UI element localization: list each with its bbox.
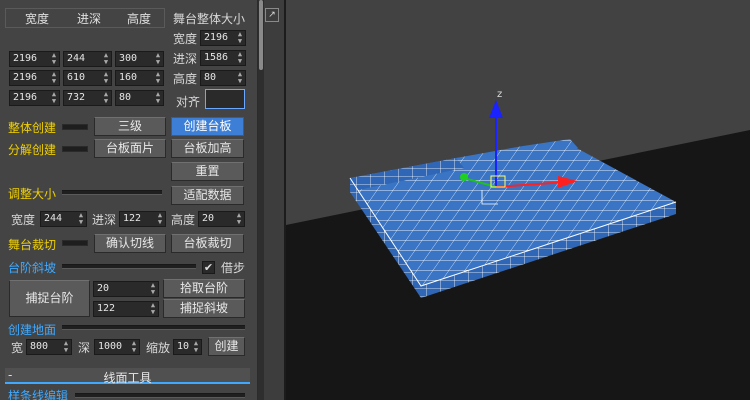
adj-depth-spinner[interactable]: 122 ▲ ▼ xyxy=(119,211,166,227)
spinner-arrows-icon[interactable]: ▲ ▼ xyxy=(130,340,138,354)
spinner-arrows-icon[interactable]: ▲ ▼ xyxy=(50,71,58,85)
spinner-arrows-icon[interactable]: ▲ ▼ xyxy=(236,31,244,45)
rollout-title: 线面工具 xyxy=(103,371,152,385)
ground-create-button[interactable]: 创建 xyxy=(208,337,245,356)
board-cut-button[interactable]: 台板裁切 xyxy=(171,234,244,253)
ground-width-label: 宽 xyxy=(11,341,24,355)
create-ground-label: 创建地面 xyxy=(8,323,57,337)
whole-create-label: 整体创建 xyxy=(8,121,57,135)
step-slope-label: 台阶斜坡 xyxy=(8,261,57,275)
fit-data-button[interactable]: 适配数据 xyxy=(171,186,244,205)
spinner-arrows-icon[interactable]: ▲ ▼ xyxy=(50,91,58,105)
step-value-2-spinner[interactable]: 122 ▲ ▼ xyxy=(93,301,159,317)
row2-depth-spinner[interactable]: 610 ▲ ▼ xyxy=(63,70,112,86)
gizmo-y-handle-icon[interactable] xyxy=(460,173,468,181)
ground-scale-label: 缩放 xyxy=(146,341,171,355)
stage-height-label: 高度 xyxy=(173,72,198,86)
spinner-arrows-icon[interactable]: ▲ ▼ xyxy=(235,212,243,226)
header-width: 宽度 xyxy=(24,12,49,26)
align-input[interactable] xyxy=(205,89,245,109)
spinner-arrows-icon[interactable]: ▲ ▼ xyxy=(236,51,244,65)
spinner-arrows-icon[interactable]: ▲ ▼ xyxy=(156,212,164,226)
step-value-1-spinner[interactable]: 20 ▲ ▼ xyxy=(93,281,159,297)
row3-height-spinner[interactable]: 80 ▲ ▼ xyxy=(115,90,164,106)
capture-step-button[interactable]: 捕捉台阶 xyxy=(9,280,90,317)
row1-width-spinner[interactable]: 2196 ▲ ▼ xyxy=(9,51,60,67)
capture-slope-button[interactable]: 捕捉斜坡 xyxy=(163,299,245,318)
reset-button[interactable]: 重置 xyxy=(171,162,244,181)
spinner-arrows-icon[interactable]: ▲ ▼ xyxy=(50,52,58,66)
spinner-arrows-icon[interactable]: ▲ ▼ xyxy=(102,91,110,105)
split-create-label: 分解创建 xyxy=(8,143,57,157)
ground-width-spinner[interactable]: 800 ▲ ▼ xyxy=(26,339,72,355)
spinner-arrows-icon[interactable]: ▲ ▼ xyxy=(154,71,162,85)
align-label: 对齐 xyxy=(176,95,201,109)
stage-cut-label: 舞台裁切 xyxy=(8,238,57,252)
row1-height-spinner[interactable]: 300 ▲ ▼ xyxy=(115,51,164,67)
spinner-arrows-icon[interactable]: ▲ ▼ xyxy=(236,71,244,85)
row1-depth-spinner[interactable]: 244 ▲ ▼ xyxy=(63,51,112,67)
adj-height-label: 高度 xyxy=(171,213,196,227)
row2-width-spinner[interactable]: 2196 ▲ ▼ xyxy=(9,70,60,86)
spinner-arrows-icon[interactable]: ▲ ▼ xyxy=(149,282,157,296)
spinner-arrows-icon[interactable]: ▲ ▼ xyxy=(77,212,85,226)
spinner-arrows-icon[interactable]: ▲ ▼ xyxy=(149,302,157,316)
three-level-button[interactable]: 三级 xyxy=(94,117,166,136)
ground-scale-spinner[interactable]: 10 ▲ ▼ xyxy=(173,339,202,355)
stage-depth-spinner[interactable]: 1586 ▲ ▼ xyxy=(200,50,246,66)
adj-height-spinner[interactable]: 20 ▲ ▼ xyxy=(198,211,245,227)
ground-depth-spinner[interactable]: 1000 ▲ ▼ xyxy=(94,339,140,355)
panel-separator xyxy=(264,0,286,400)
create-board-button[interactable]: 创建台板 xyxy=(171,117,244,136)
pin-arrow-icon[interactable]: ↗ xyxy=(265,8,279,22)
spinner-arrows-icon[interactable]: ▲ ▼ xyxy=(62,340,70,354)
stage-size-title: 舞台整体大小 xyxy=(173,12,246,26)
stage-depth-label: 进深 xyxy=(173,52,198,66)
spinner-arrows-icon[interactable]: ▲ ▼ xyxy=(102,52,110,66)
board-face-button[interactable]: 台板面片 xyxy=(94,139,166,158)
adj-depth-label: 进深 xyxy=(92,213,117,227)
borrow-step-label: 借步 xyxy=(221,261,246,275)
line-face-tools-rollout[interactable]: - 线面工具 xyxy=(5,368,250,385)
gizmo-z-label: z xyxy=(497,89,502,100)
row3-depth-spinner[interactable]: 732 ▲ ▼ xyxy=(63,90,112,106)
adj-width-spinner[interactable]: 244 ▲ ▼ xyxy=(40,211,87,227)
row2-height-spinner[interactable]: 160 ▲ ▼ xyxy=(115,70,164,86)
panel-scroll-thumb[interactable] xyxy=(259,0,263,70)
row3-width-spinner[interactable]: 2196 ▲ ▼ xyxy=(9,90,60,106)
stage-width-label: 宽度 xyxy=(173,32,198,46)
spline-edit-slider[interactable] xyxy=(75,393,245,398)
spinner-arrows-icon[interactable]: ▲ ▼ xyxy=(102,71,110,85)
header-depth: 进深 xyxy=(76,12,101,26)
board-raise-button[interactable]: 台板加高 xyxy=(171,139,244,158)
viewport-scene: z xyxy=(286,0,750,400)
create-ground-slider[interactable] xyxy=(62,325,245,330)
split-create-slot xyxy=(62,146,88,152)
adj-width-label: 宽度 xyxy=(11,213,36,227)
stage-cut-slot xyxy=(62,240,88,246)
confirm-cut-button[interactable]: 确认切线 xyxy=(94,234,166,253)
borrow-step-checkbox[interactable]: ✔ xyxy=(202,261,215,274)
stage-height-spinner[interactable]: 80 ▲ ▼ xyxy=(200,70,246,86)
whole-create-slot xyxy=(62,124,88,130)
spinner-arrows-icon[interactable]: ▲ ▼ xyxy=(154,91,162,105)
pick-step-button[interactable]: 拾取台阶 xyxy=(163,279,245,298)
ground-depth-label: 深 xyxy=(78,341,91,355)
stage-width-spinner[interactable]: 2196 ▲ ▼ xyxy=(200,30,246,46)
spline-edit-label: 样条线编辑 xyxy=(8,389,69,400)
spinner-arrows-icon[interactable]: ▲ ▼ xyxy=(154,52,162,66)
3d-viewport[interactable]: z xyxy=(286,0,750,400)
header-height: 高度 xyxy=(126,12,151,26)
spinner-arrows-icon[interactable]: ▲ ▼ xyxy=(192,340,200,354)
step-slope-slider[interactable] xyxy=(62,264,196,269)
adjust-size-slider[interactable] xyxy=(62,190,162,195)
tool-panel: 宽度 进深 高度 2196 ▲ ▼ 244 ▲ ▼ 300 ▲ ▼ 2196 ▲ ▼ 610 ▲ ▼… xyxy=(0,0,258,400)
adjust-size-label: 调整大小 xyxy=(8,187,57,201)
